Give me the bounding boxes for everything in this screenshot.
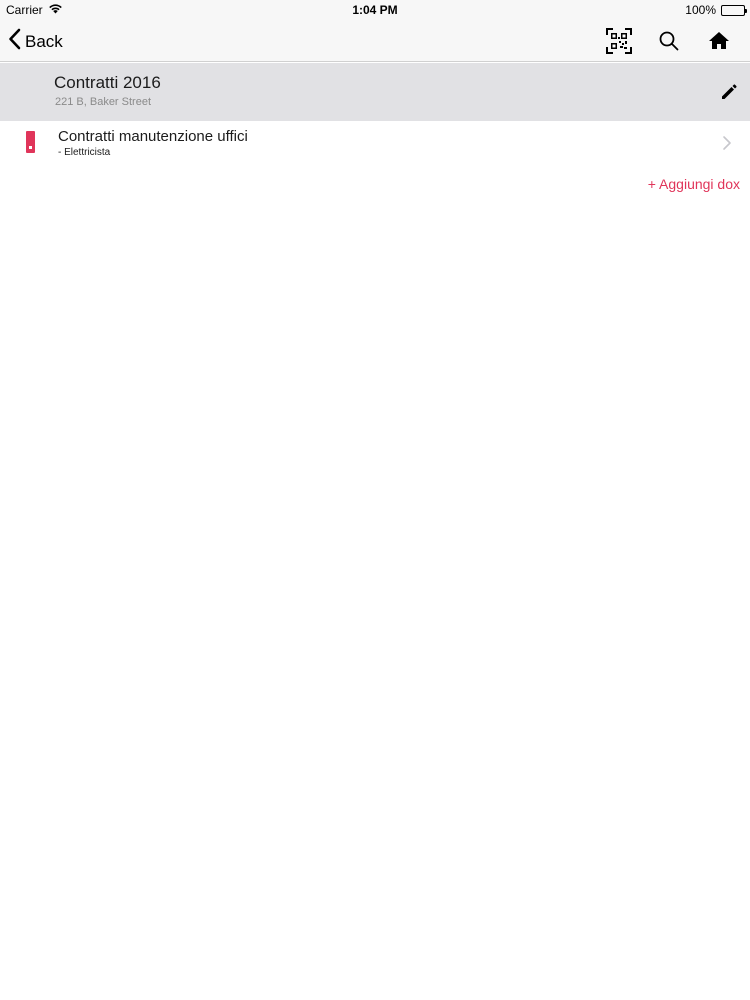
pencil-icon xyxy=(722,84,737,99)
navigation-bar: Back xyxy=(0,20,750,62)
back-button[interactable]: Back xyxy=(8,28,63,55)
status-time: 1:04 PM xyxy=(352,3,398,17)
battery-percent: 100% xyxy=(685,3,716,17)
home-icon xyxy=(709,32,729,49)
home-button[interactable] xyxy=(706,28,732,54)
battery-icon xyxy=(721,4,747,16)
chevron-right-icon xyxy=(722,135,732,151)
chevron-left-icon xyxy=(8,28,21,55)
section-header: Contratti 2016 221 B, Baker Street xyxy=(0,63,750,121)
alert-icon xyxy=(25,131,37,153)
header-title: Contratti 2016 xyxy=(54,73,161,92)
qr-code-button[interactable] xyxy=(606,28,632,54)
add-dox-button[interactable]: + Aggiungi dox xyxy=(648,176,740,192)
back-label: Back xyxy=(25,31,63,51)
edit-button[interactable] xyxy=(718,81,740,103)
item-title: Contratti manutenzione uffici xyxy=(58,128,248,145)
search-button[interactable] xyxy=(656,28,682,54)
qr-code-icon xyxy=(606,28,632,54)
header-subtitle: 221 B, Baker Street xyxy=(55,96,151,108)
status-right: 100% xyxy=(685,3,747,17)
item-subtitle: - Elettricista xyxy=(58,147,111,158)
status-bar: Carrier 1:04 PM 100% xyxy=(0,0,750,20)
search-icon xyxy=(659,31,679,51)
list-item[interactable]: Contratti manutenzione uffici - Elettric… xyxy=(0,121,750,165)
